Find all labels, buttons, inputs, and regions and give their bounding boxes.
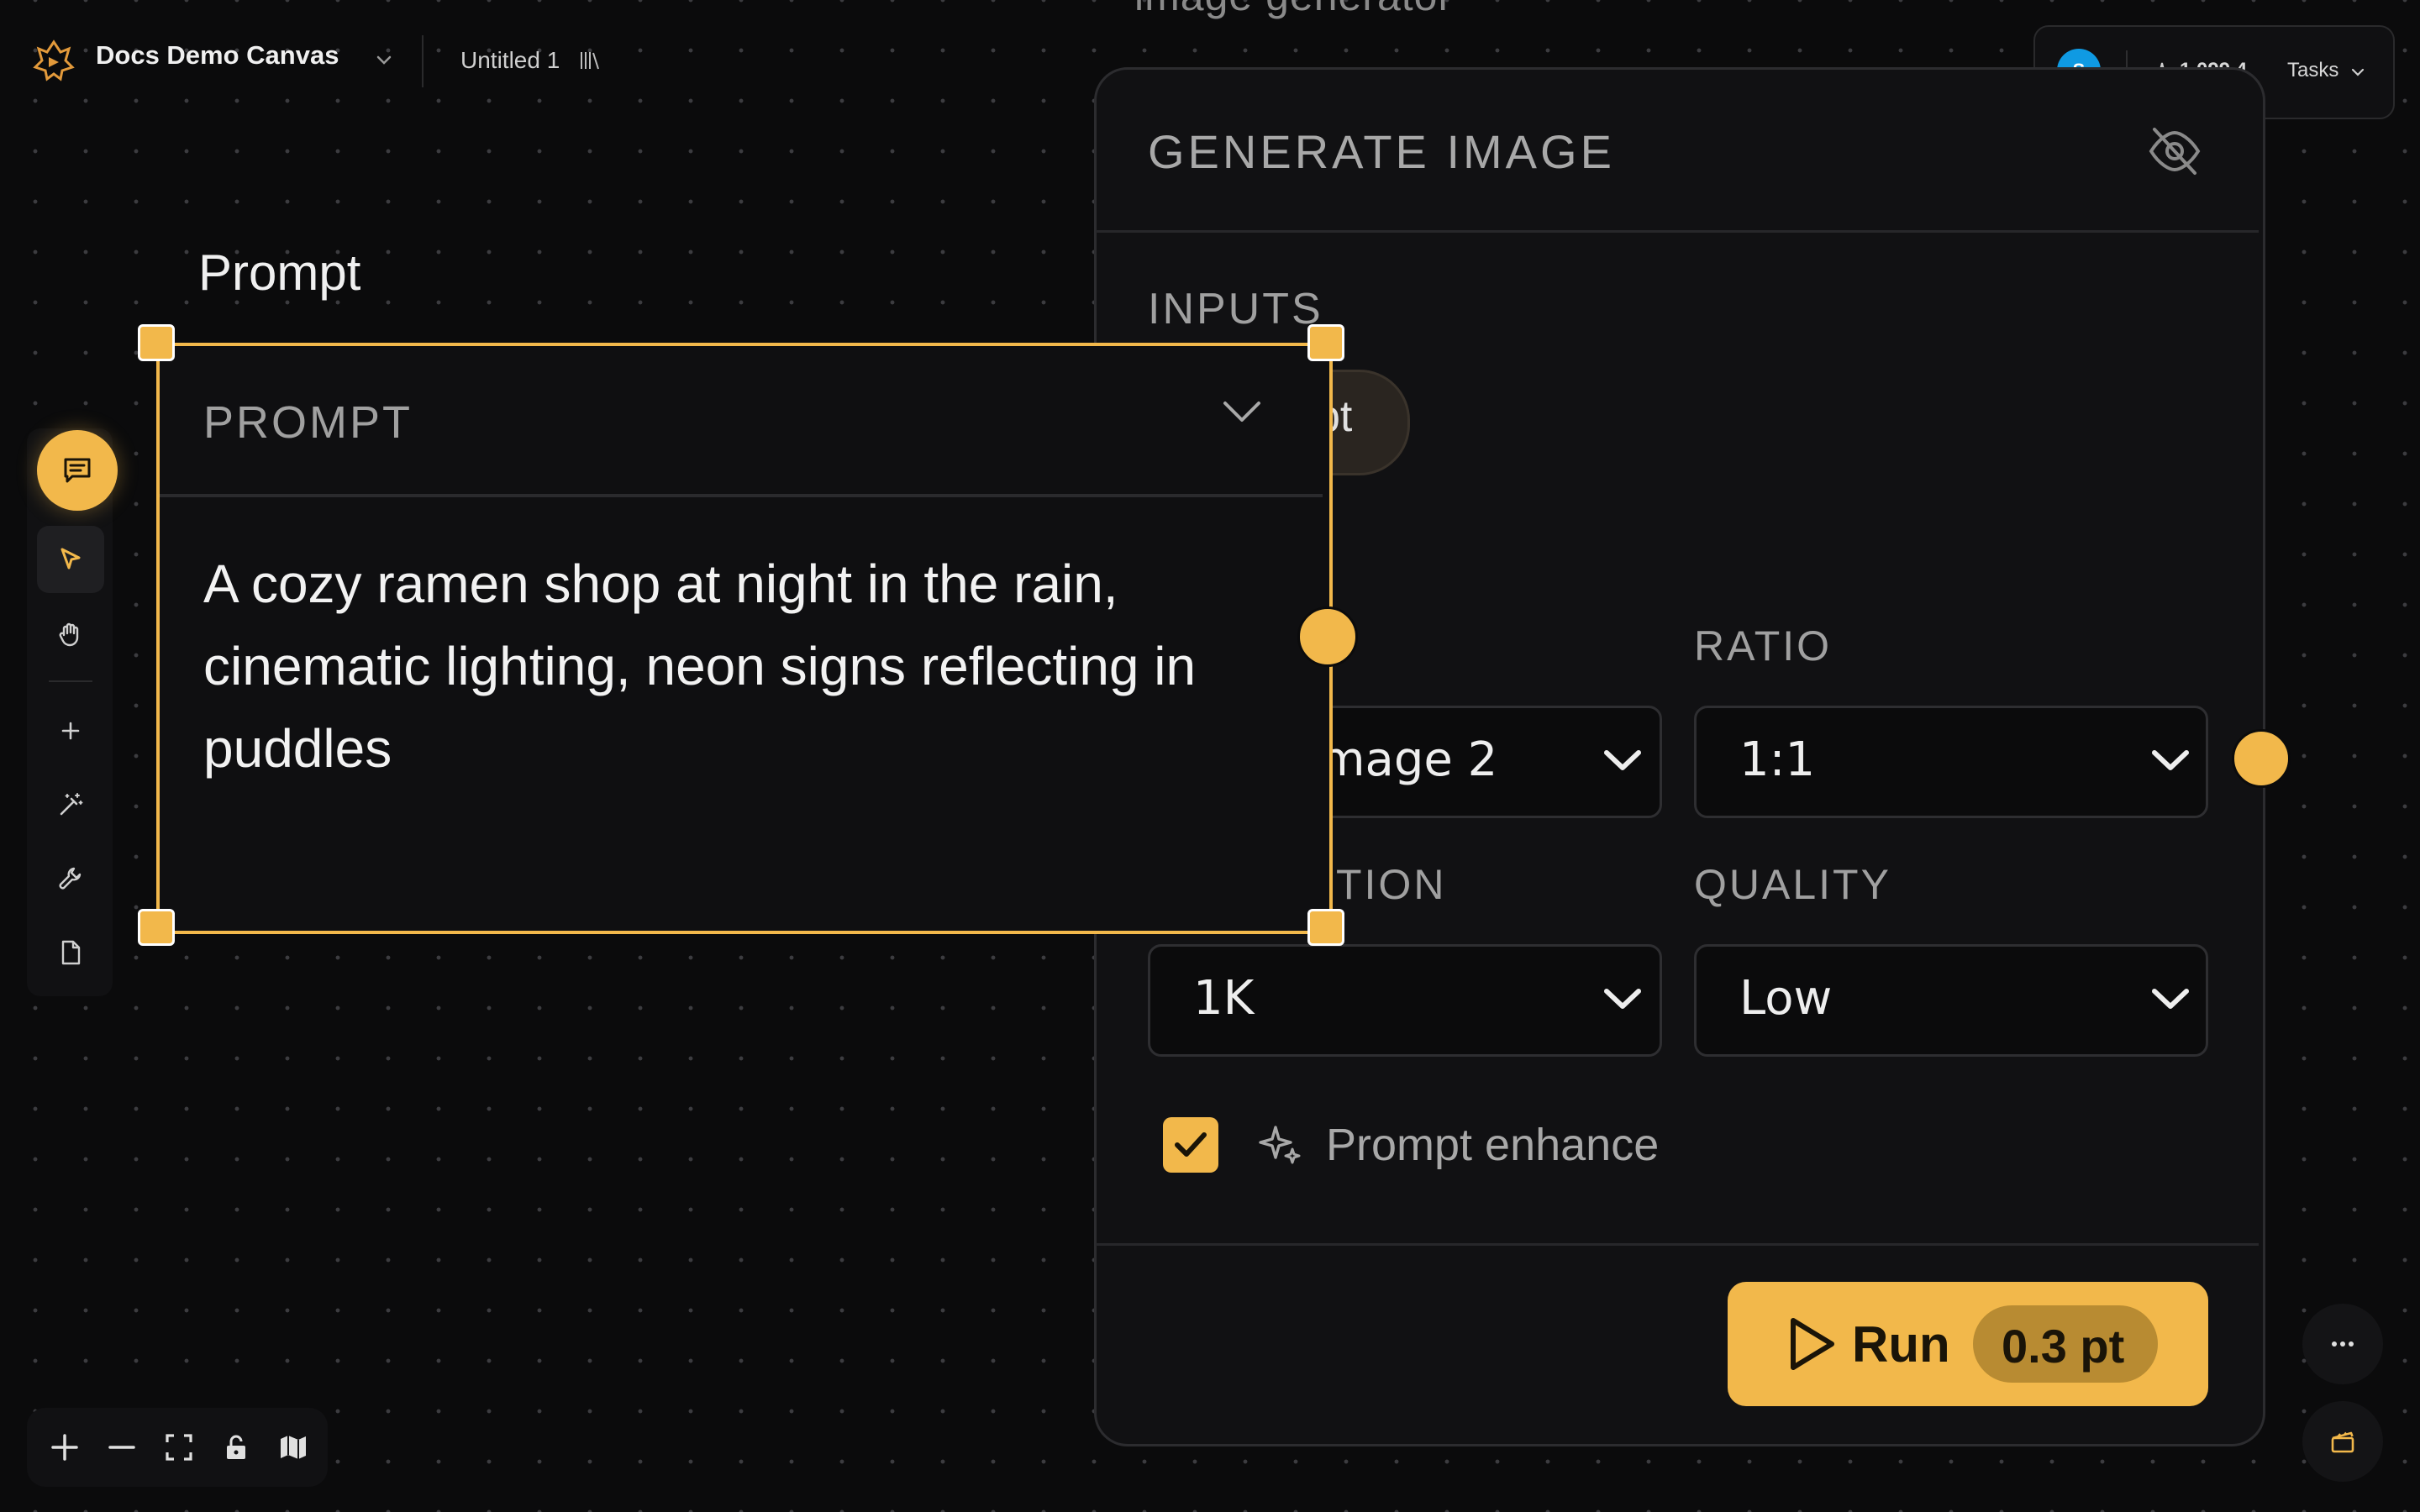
resolution-label: TION [1336,861,1447,908]
comment-icon [64,458,91,483]
resize-handle-top-left[interactable] [138,324,175,361]
resize-handle-top-right[interactable] [1307,324,1344,361]
inputs-label: INPUTS [1148,285,1323,333]
play-icon [1785,1315,1839,1373]
divider [160,494,1323,497]
select-tool-button[interactable] [37,526,104,593]
toolbar-divider [49,680,92,682]
more-icon [2332,1341,2354,1347]
run-cost-label: 0.3 pt [2002,1320,2125,1373]
file-name[interactable]: Untitled 1 [460,47,560,74]
resize-handle-bottom-right[interactable] [1307,909,1344,946]
hand-icon [59,622,79,647]
chevron-down-icon[interactable] [1220,395,1264,428]
resize-handle-bottom-left[interactable] [138,909,175,946]
fit-screen-icon [166,1434,192,1461]
lock-icon [227,1435,245,1459]
zoom-out-button[interactable] [101,1426,143,1468]
prompt-header: PROMPT [203,397,413,448]
document-button[interactable] [37,919,104,986]
chevron-down-icon[interactable] [375,50,393,69]
library-icon[interactable] [578,49,602,72]
ratio-select-value: 1:1 [1739,732,1816,787]
ratio-label: RATIO [1694,622,1833,669]
plus-icon [61,722,80,740]
divider [1096,230,2259,233]
prompt-node-title: Prompt [198,244,361,301]
chevron-down-icon [2149,984,2191,1013]
zoom-out-icon [108,1446,135,1449]
eye-off-icon[interactable] [2146,123,2203,180]
app-logo[interactable] [32,39,76,82]
topbar-divider [422,35,424,87]
chevron-down-icon [2149,746,2191,774]
quality-select-value: Low [1739,971,1833,1026]
pan-tool-button[interactable] [37,601,104,669]
clapperboard-icon [2331,1431,2354,1453]
magic-wand-icon [60,793,83,816]
node-header: GENERATE IMAGE [1148,125,1615,178]
divider [1096,1243,2259,1246]
quality-label: QUALITY [1694,861,1891,908]
chevron-down-icon [1602,984,1644,1013]
media-button[interactable] [2302,1401,2383,1482]
model-select-value: mage 2 [1319,732,1498,787]
wrench-icon [59,867,82,890]
document-icon [61,940,81,965]
comment-tool-button[interactable] [37,430,118,511]
prompt-enhance-label[interactable]: Prompt enhance [1326,1119,1659,1171]
magic-tool-button[interactable] [37,771,104,838]
node-title: image generator [1134,0,1453,20]
prompt-enhance-checkbox[interactable] [1163,1117,1218,1173]
lock-button[interactable] [215,1426,257,1468]
run-button-label: Run [1852,1316,1950,1373]
add-node-button[interactable] [37,697,104,764]
fit-screen-button[interactable] [158,1426,200,1468]
zoom-in-button[interactable] [44,1426,86,1468]
prompt-output-port[interactable] [1297,606,1358,667]
sparkle-icon [1255,1121,1304,1169]
project-name[interactable]: Docs Demo Canvas [96,40,339,71]
chevron-down-icon[interactable] [2349,64,2366,81]
check-icon [1175,1132,1207,1157]
zoom-in-icon [51,1434,78,1461]
prompt-text[interactable]: A cozy ramen shop at night in the rain, … [203,543,1304,790]
more-options-button[interactable] [2302,1304,2383,1384]
minimap-button[interactable] [272,1426,314,1468]
pointer-icon [60,548,81,570]
chevron-down-icon [1602,746,1644,774]
tools-button[interactable] [37,845,104,912]
tasks-menu[interactable]: Tasks [2287,59,2338,82]
map-icon [281,1436,306,1459]
output-port[interactable] [2232,729,2291,788]
resolution-select-value: 1K [1193,971,1255,1026]
